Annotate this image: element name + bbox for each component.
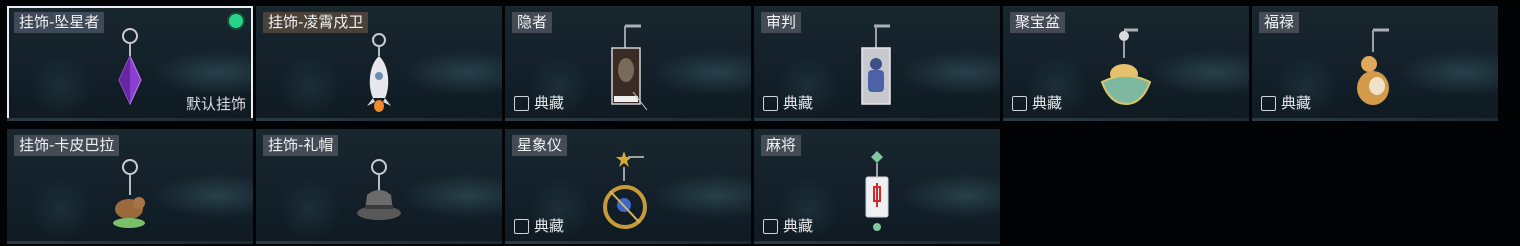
collection-label: 典藏 bbox=[1281, 94, 1312, 112]
collection-icon bbox=[514, 218, 529, 234]
capybara-icon bbox=[113, 159, 145, 228]
charm-card-falling-star[interactable]: 挂饰-坠星者 默认挂饰 bbox=[7, 6, 253, 121]
collection-icon bbox=[763, 218, 778, 234]
collection-tag: 典藏 bbox=[1261, 94, 1311, 112]
card-bottom-strip bbox=[7, 241, 253, 244]
rocket-charm-icon bbox=[367, 33, 391, 112]
charm-card-skyguard[interactable]: 挂饰-凌霄戍卫 bbox=[256, 6, 502, 121]
card-bottom-strip bbox=[754, 118, 1000, 121]
collection-tag: 典藏 bbox=[514, 94, 564, 112]
charm-name: 麻将 bbox=[761, 135, 802, 156]
treasure-bowl-icon bbox=[1100, 28, 1152, 106]
charm-card-fortune[interactable]: 福禄 典藏 bbox=[1252, 6, 1498, 121]
charm-grid: 挂饰-坠星者 默认挂饰 挂饰-凌霄戍卫 隐者 典藏 审判 典藏 聚宝盆 典藏 福… bbox=[0, 0, 1520, 246]
charm-name: 挂饰-凌霄戍卫 bbox=[263, 12, 369, 33]
collection-label: 典藏 bbox=[534, 217, 565, 235]
equipped-indicator bbox=[229, 14, 243, 28]
default-charm-label: 默认挂饰 bbox=[185, 95, 246, 113]
charm-card-mahjong[interactable]: 麻将 典藏 bbox=[754, 129, 1000, 244]
top-hat-icon bbox=[357, 159, 401, 220]
charm-name: 福禄 bbox=[1259, 12, 1300, 33]
astrolabe-icon bbox=[603, 151, 647, 229]
charm-name: 星象仪 bbox=[512, 135, 568, 156]
collection-icon bbox=[1261, 95, 1276, 111]
charm-card-top-hat[interactable]: 挂饰-礼帽 bbox=[256, 129, 502, 244]
charm-card-capybara[interactable]: 挂饰-卡皮巴拉 bbox=[7, 129, 253, 244]
collection-label: 典藏 bbox=[783, 94, 814, 112]
collection-label: 典藏 bbox=[534, 94, 565, 112]
collection-icon bbox=[763, 95, 778, 111]
mahjong-tile-icon bbox=[865, 151, 889, 231]
charm-name: 挂饰-礼帽 bbox=[263, 135, 339, 156]
card-bottom-strip bbox=[505, 241, 751, 244]
judgment-card-icon bbox=[861, 24, 891, 105]
charm-card-hermit[interactable]: 隐者 典藏 bbox=[505, 6, 751, 121]
charm-name: 挂饰-卡皮巴拉 bbox=[14, 135, 120, 156]
collection-icon bbox=[1012, 95, 1027, 111]
collection-tag: 典藏 bbox=[1012, 94, 1062, 112]
card-bottom-strip bbox=[256, 241, 502, 244]
card-bottom-strip bbox=[754, 241, 1000, 244]
collection-label: 典藏 bbox=[1032, 94, 1063, 112]
collection-label: 典藏 bbox=[783, 217, 814, 235]
charm-card-treasure-bowl[interactable]: 聚宝盆 典藏 bbox=[1003, 6, 1249, 121]
collection-tag: 典藏 bbox=[763, 217, 813, 235]
crystal-charm-icon bbox=[118, 28, 142, 106]
charm-name: 挂饰-坠星者 bbox=[14, 12, 105, 33]
card-bottom-strip bbox=[505, 118, 751, 121]
charm-name: 聚宝盆 bbox=[1010, 12, 1066, 33]
charm-name: 审判 bbox=[761, 12, 802, 33]
card-bottom-strip bbox=[7, 118, 253, 121]
collection-tag: 典藏 bbox=[763, 94, 813, 112]
charm-card-astrolabe[interactable]: 星象仪 典藏 bbox=[505, 129, 751, 244]
card-bottom-strip bbox=[1252, 118, 1498, 121]
gourd-icon bbox=[1357, 28, 1389, 105]
collection-icon bbox=[514, 95, 529, 111]
card-bottom-strip bbox=[1003, 118, 1249, 121]
collection-tag: 典藏 bbox=[514, 217, 564, 235]
charm-name: 隐者 bbox=[512, 12, 553, 33]
hermit-card-icon bbox=[611, 24, 648, 111]
charm-card-judgment[interactable]: 审判 典藏 bbox=[754, 6, 1000, 121]
card-bottom-strip bbox=[256, 118, 502, 121]
